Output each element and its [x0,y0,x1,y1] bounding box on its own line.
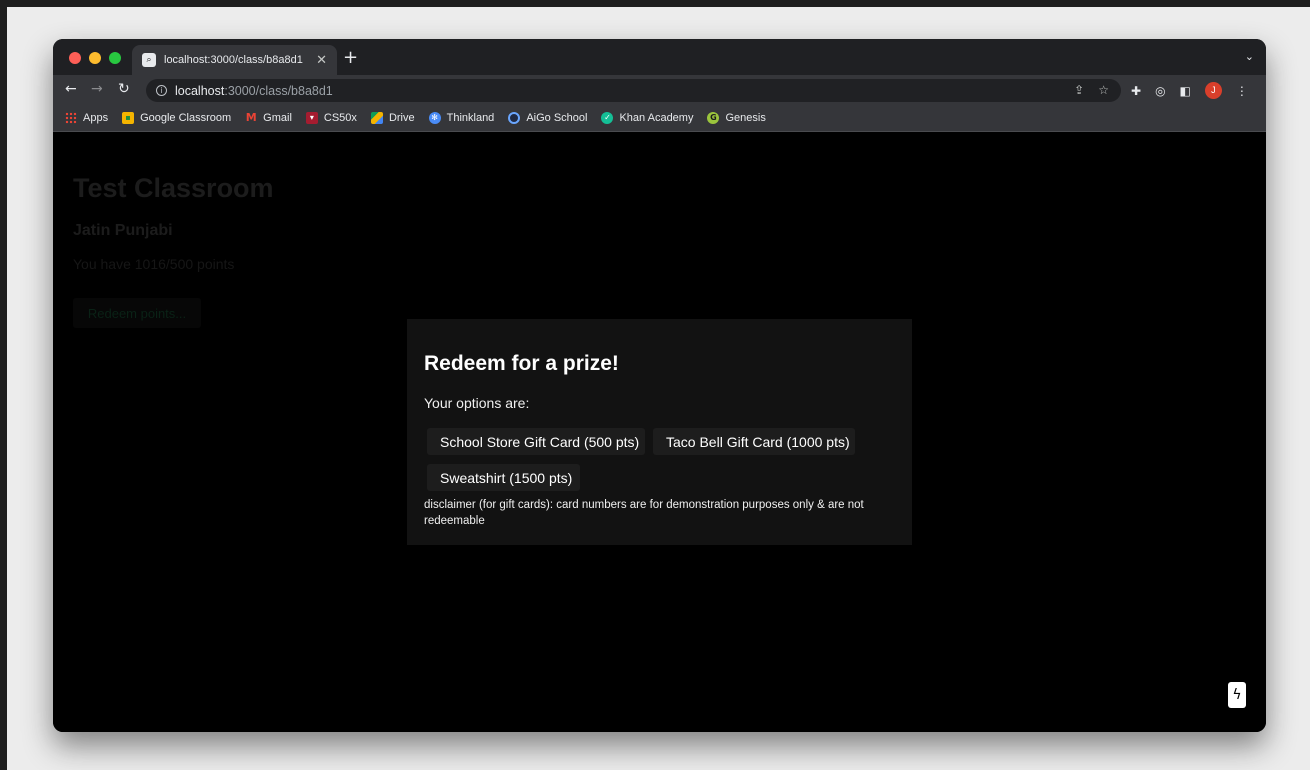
bookmark-google-classroom[interactable]: ▪ Google Classroom [122,112,231,124]
share-icon[interactable]: ⇪ [1074,83,1084,97]
tab-search-chevron-icon[interactable]: ⌄ [1245,50,1254,63]
bookmark-drive[interactable]: Drive [370,112,415,124]
site-info-icon[interactable]: i [156,85,167,96]
student-name: Jatin Punjabi [73,222,173,239]
apps-grid-icon [65,112,77,124]
page-content: Test Classroom Jatin Punjabi You have 10… [53,132,1266,732]
page-title: Test Classroom [73,173,274,203]
khan-icon: ✓ [601,112,614,124]
extension-refresh-icon[interactable]: ◎ [1155,84,1165,98]
bookmark-gmail[interactable]: M Gmail [245,111,292,125]
address-bar[interactable]: i localhost:3000/class/b8a8d1 ⇪ ☆ [146,79,1121,102]
thinkland-icon: ✻ [428,112,441,124]
side-panel-icon[interactable]: ◧ [1180,84,1191,98]
bookmarks-bar: Apps ▪ Google Classroom M Gmail ▾ CS50x … [53,105,1266,132]
gmail-icon: M [245,111,257,124]
redeem-points-button[interactable]: Redeem points... [73,298,201,328]
window-controls [69,52,121,64]
option-taco-bell-gift-card[interactable]: Taco Bell Gift Card (1000 pts) [653,428,855,455]
modal-subtitle: Your options are: [424,395,530,411]
option-sweatshirt[interactable]: Sweatshirt (1500 pts) [427,464,580,491]
reload-icon[interactable]: ↻ [118,81,130,97]
browser-tab-active[interactable]: ⌕ localhost:3000/class/b8a8d1 ✕ [132,45,337,75]
bookmark-khan-academy[interactable]: ✓ Khan Academy [601,112,693,124]
drive-icon [370,112,383,124]
classroom-icon: ▪ [122,112,135,124]
back-arrow-icon[interactable]: ← [65,81,77,97]
modal-title: Redeem for a prize! [424,352,619,375]
bookmark-star-icon[interactable]: ☆ [1098,83,1109,97]
cs50-icon: ▾ [305,112,318,124]
close-window-button[interactable] [69,52,81,64]
forward-arrow-icon[interactable]: → [91,81,103,97]
points-balance: You have 1016/500 points [73,256,235,272]
redeem-modal: Redeem for a prize! Your options are: Sc… [407,319,912,545]
tab-title: localhost:3000/class/b8a8d1 [164,54,303,66]
aigo-icon [508,112,521,124]
browser-toolbar: ← → ↻ i localhost:3000/class/b8a8d1 ⇪ ☆ … [53,75,1266,105]
genesis-icon: G [707,112,720,124]
minimize-window-button[interactable] [89,52,101,64]
omnibox-actions: ⇪ ☆ [1074,83,1109,97]
browser-window: ⌕ localhost:3000/class/b8a8d1 ✕ + ⌄ ← → … [53,39,1266,732]
url-host: localhost [175,83,225,98]
maximize-window-button[interactable] [109,52,121,64]
close-icon[interactable]: ✕ [316,53,327,68]
url-path: :3000/class/b8a8d1 [224,83,333,98]
option-school-store-gift-card[interactable]: School Store Gift Card (500 pts) [427,428,645,455]
new-tab-button[interactable]: + [343,48,358,68]
bookmark-genesis[interactable]: G Genesis [707,112,766,124]
kebab-menu-icon[interactable]: ⋮ [1236,84,1248,98]
bookmark-aigo-school[interactable]: AiGo School [508,112,587,124]
search-icon: ⌕ [142,53,156,67]
extensions-puzzle-icon[interactable]: ✚ [1131,84,1141,98]
disclaimer-text: disclaimer (for gift cards): card number… [424,499,864,527]
bookmark-thinkland[interactable]: ✻ Thinkland [428,112,494,124]
bookmark-cs50x[interactable]: ▾ CS50x [305,112,357,124]
bookmark-apps[interactable]: Apps [65,112,108,124]
toolbar-icons: ✚ ◎ ◧ J ⋮ [1131,82,1248,99]
lightning-icon[interactable]: ϟ [1228,682,1246,708]
tab-strip: ⌕ localhost:3000/class/b8a8d1 ✕ + ⌄ [53,39,1266,75]
profile-avatar[interactable]: J [1204,82,1222,99]
